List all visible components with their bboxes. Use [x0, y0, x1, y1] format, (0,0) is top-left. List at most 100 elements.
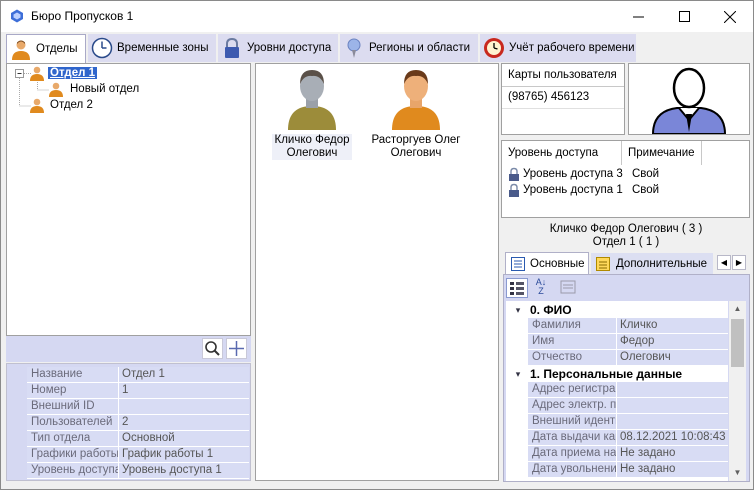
tree-node-new-dept[interactable]: Новый отдел [48, 81, 139, 97]
property-value: Основной [119, 431, 249, 447]
arrow-left-icon: ◀ [720, 258, 728, 267]
property-row[interactable]: Тип отдела Основной [27, 431, 249, 447]
close-button[interactable] [707, 1, 753, 32]
property-value: Федор [617, 334, 728, 350]
property-row[interactable]: Внешний иденти [506, 414, 728, 430]
property-name: Дата увольнени [528, 462, 617, 478]
property-row[interactable]: Дата увольнени Не задано [506, 462, 728, 478]
add-button[interactable] [226, 338, 247, 359]
group-title: 1. Персональные данные [530, 367, 683, 381]
card-number[interactable]: (98765) 456123 [508, 91, 589, 103]
user-tile[interactable]: Кличко Федор Олегович [272, 68, 352, 162]
chevron-down-icon[interactable]: ▾ [506, 302, 530, 318]
app-icon [11, 9, 23, 23]
property-name: Уровень доступа [27, 463, 119, 479]
tree-node-label: Отдел 1 [48, 67, 98, 79]
access-note: Свой [632, 168, 660, 180]
property-value: 08.12.2021 10:08:43 [617, 430, 728, 446]
property-row[interactable]: Название Отдел 1 [27, 367, 249, 383]
property-row[interactable]: Графики работы График работы 1 [27, 447, 249, 463]
col-header-note[interactable]: Примечание [622, 141, 702, 165]
property-row[interactable]: Номер 1 [27, 383, 249, 399]
sort-az-icon: A↓ Z [535, 277, 547, 296]
property-row[interactable]: Имя Федор [506, 334, 728, 350]
user-photo[interactable] [628, 63, 750, 135]
property-value [119, 399, 249, 415]
cards-header: Карты пользователя [508, 69, 617, 81]
tab-regions[interactable]: Регионы и области [340, 34, 478, 62]
group-title: 0. ФИО [530, 303, 572, 317]
access-note: Свой [632, 184, 660, 196]
property-name: Внешний ID [27, 399, 119, 415]
property-name: Номер [27, 383, 119, 399]
scroll-up-icon[interactable]: ▲ [729, 301, 746, 317]
property-row[interactable]: Адрес электр. по [506, 398, 728, 414]
subtab-extra[interactable]: Дополнительные [591, 253, 713, 274]
property-value: Не задано [617, 446, 728, 462]
property-row[interactable]: Дата приема на Не задано [506, 446, 728, 462]
sort-az-button[interactable]: A↓ Z [530, 278, 552, 298]
chevron-down-icon[interactable]: ▾ [506, 366, 530, 382]
lock-icon [225, 37, 239, 58]
property-name: Название [27, 367, 119, 383]
property-name: Отчество [528, 350, 617, 366]
tab-label: Временные зоны [117, 42, 209, 54]
property-name: Пользователей [27, 415, 119, 431]
tab-label: Уровни доступа [247, 42, 332, 54]
vertical-scrollbar[interactable]: ▲ ▼ [729, 301, 746, 481]
access-row[interactable]: Уровень доступа 1 Свой [502, 182, 749, 198]
tab-time-tracking[interactable]: Учёт рабочего времени [480, 34, 636, 62]
categorized-icon [510, 282, 524, 295]
search-button[interactable] [202, 338, 223, 359]
property-name: Внешний иденти [528, 414, 617, 430]
minimize-button[interactable] [615, 1, 661, 32]
clock-icon [91, 37, 113, 59]
subtab-scroll-left[interactable]: ◀ [717, 255, 731, 270]
tree-node-dept2[interactable]: Отдел 2 [29, 97, 93, 113]
property-row[interactable]: Внешний ID [27, 399, 249, 415]
person-icon [49, 82, 63, 97]
department-tree[interactable]: Отдел 1 Новый отдел Отдел 2 [6, 63, 251, 336]
notepad-icon [596, 256, 610, 271]
property-row[interactable]: Отчество Олегович [506, 350, 728, 366]
property-value: Олегович [617, 350, 728, 366]
pin-icon [347, 38, 361, 58]
property-row[interactable]: Дата выдачи кар 08.12.2021 10:08:43 [506, 430, 728, 446]
maximize-icon [678, 11, 690, 22]
user-properties: A↓ Z ▾ 0. ФИО Фамилия Кличко Имя Федор Отчество… [503, 274, 750, 482]
main-tabs: Отделы Временные зоны Уровни доступа Рег… [2, 33, 753, 63]
property-group[interactable]: ▾ 0. ФИО [506, 302, 728, 318]
categorized-button[interactable] [506, 278, 528, 298]
property-row[interactable]: Фамилия Кличко [506, 318, 728, 334]
user-list[interactable]: Кличко Федор Олегович Расторгуев Олег Ол… [255, 63, 499, 481]
user-info: Кличко Федор Олегович ( 3 ) Отдел 1 ( 1 … [501, 223, 751, 249]
user-tile[interactable]: Расторгуев Олег Олегович [366, 68, 466, 162]
tab-label: Регионы и области [369, 42, 471, 54]
user-avatar-icon [392, 70, 440, 130]
subtab-basic[interactable]: Основные [505, 252, 589, 274]
lock-icon [509, 167, 519, 181]
tab-departments[interactable]: Отделы [6, 34, 86, 63]
property-row[interactable]: Адрес регистрац [506, 382, 728, 398]
property-group[interactable]: ▾ 1. Персональные данные [506, 366, 728, 382]
department-properties: Название Отдел 1 Номер 1 Внешний ID Пользоват… [6, 363, 251, 481]
property-pages-button[interactable] [558, 278, 580, 298]
col-header-access[interactable]: Уровень доступа [502, 141, 622, 165]
maximize-button[interactable] [661, 1, 707, 32]
user-name: Кличко Федор Олегович [272, 134, 352, 160]
subtab-scroll-right[interactable]: ▶ [732, 255, 746, 270]
alarm-clock-icon [484, 38, 504, 58]
property-value [617, 414, 728, 430]
scroll-thumb[interactable] [731, 319, 744, 367]
property-name: Дата выдачи кар [528, 430, 617, 446]
scroll-down-icon[interactable]: ▼ [729, 465, 746, 481]
title-bar: Бюро Пропусков 1 [1, 1, 753, 32]
property-row[interactable]: Уровень доступа Уровень доступа 1 [27, 463, 249, 479]
tree-node-dept1[interactable]: Отдел 1 [29, 65, 98, 81]
property-pages-icon [560, 280, 576, 294]
tab-access-levels[interactable]: Уровни доступа [218, 34, 338, 62]
property-name: Графики работы [27, 447, 119, 463]
tab-time-zones[interactable]: Временные зоны [88, 34, 216, 62]
access-row[interactable]: Уровень доступа 3 Свой [502, 166, 749, 182]
property-row[interactable]: Пользователей 2 [27, 415, 249, 431]
